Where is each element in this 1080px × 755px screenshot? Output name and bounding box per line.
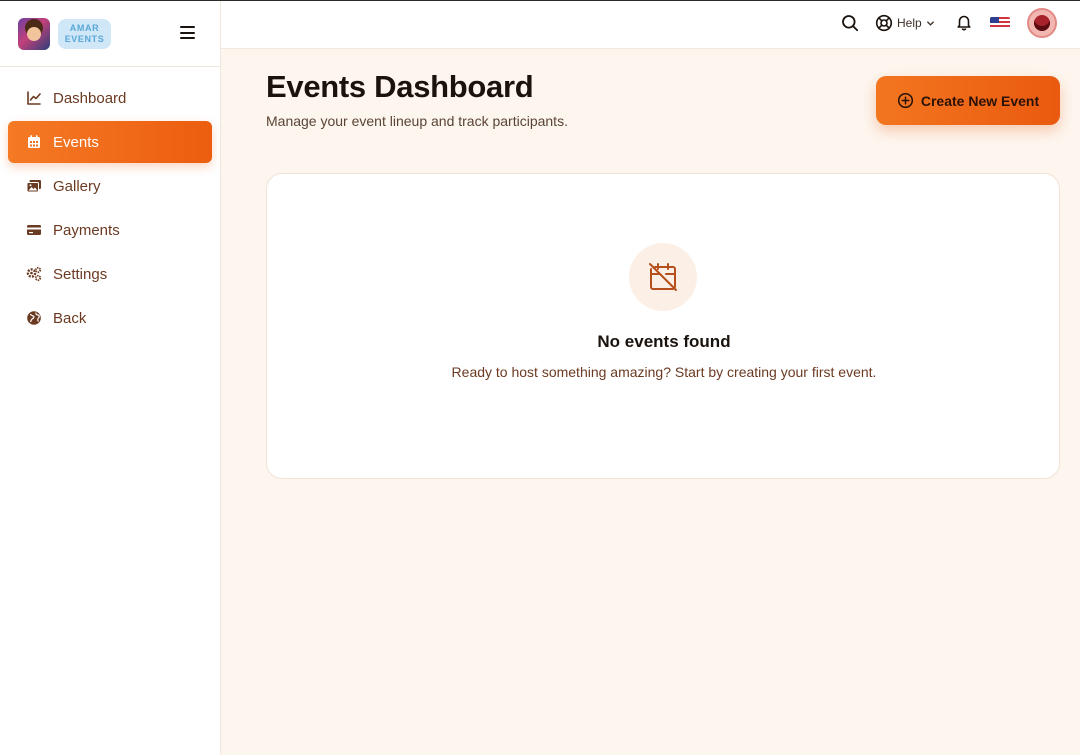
empty-state-title: No events found <box>597 332 731 351</box>
create-event-button[interactable]: Create New Event <box>876 76 1060 125</box>
brand-line-1: AMAR <box>69 22 100 33</box>
credit-card-icon <box>26 222 42 238</box>
sidebar-item-events[interactable]: Events <box>8 121 212 163</box>
sidebar-item-gallery[interactable]: Gallery <box>8 165 212 207</box>
page-title: Events Dashboard <box>266 69 534 104</box>
sidebar-item-label: Payments <box>53 221 120 239</box>
sidebar-item-label: Dashboard <box>53 89 127 107</box>
sidebar-item-payments[interactable]: Payments <box>8 209 212 251</box>
bell-icon[interactable] <box>955 13 973 31</box>
brand-logo-image[interactable] <box>18 17 50 50</box>
window-top-border <box>0 0 1080 1</box>
menu-toggle-icon[interactable] <box>180 26 195 39</box>
brand-logo-text[interactable]: AMAR EVENTS <box>58 18 111 49</box>
chevron-down-icon <box>926 20 934 26</box>
globe-icon <box>26 310 42 326</box>
calendar-off-icon <box>649 263 677 291</box>
create-event-label: Create New Event <box>920 92 1040 109</box>
empty-state-description: Ready to host something amazing? Start b… <box>451 364 877 380</box>
sidebar-item-dashboard[interactable]: Dashboard <box>8 77 212 119</box>
line-chart-icon <box>26 90 42 106</box>
images-icon <box>26 178 42 194</box>
calendar-icon <box>26 134 42 150</box>
sidebar-item-label: Back <box>53 309 87 327</box>
sidebar-item-label: Events <box>53 133 99 151</box>
empty-state-icon-circle <box>629 243 697 311</box>
help-menu-button[interactable]: Help <box>875 13 935 33</box>
lifebuoy-icon <box>875 14 893 32</box>
top-header: Help <box>221 1 1080 49</box>
user-avatar[interactable] <box>1027 8 1057 38</box>
us-flag-icon[interactable] <box>990 17 1010 29</box>
sidebar-item-back[interactable]: Back <box>8 297 212 339</box>
help-label: Help <box>897 16 922 30</box>
sidebar-item-label: Gallery <box>53 177 101 195</box>
sidebar-item-settings[interactable]: Settings <box>8 253 212 295</box>
sidebar-item-label: Settings <box>53 265 108 283</box>
plus-circle-icon <box>897 92 913 109</box>
brand: AMAR EVENTS <box>0 1 220 67</box>
search-icon[interactable] <box>841 14 859 32</box>
brand-line-2: EVENTS <box>64 33 105 44</box>
gears-icon <box>26 266 42 282</box>
sidebar-nav: Dashboard Events Gallery Payments Settin… <box>0 67 220 339</box>
sidebar: AMAR EVENTS Dashboard Events Gallery Pay… <box>0 1 221 755</box>
page-subtitle: Manage your event lineup and track parti… <box>266 113 568 129</box>
empty-state-card: No events found Ready to host something … <box>266 173 1060 479</box>
